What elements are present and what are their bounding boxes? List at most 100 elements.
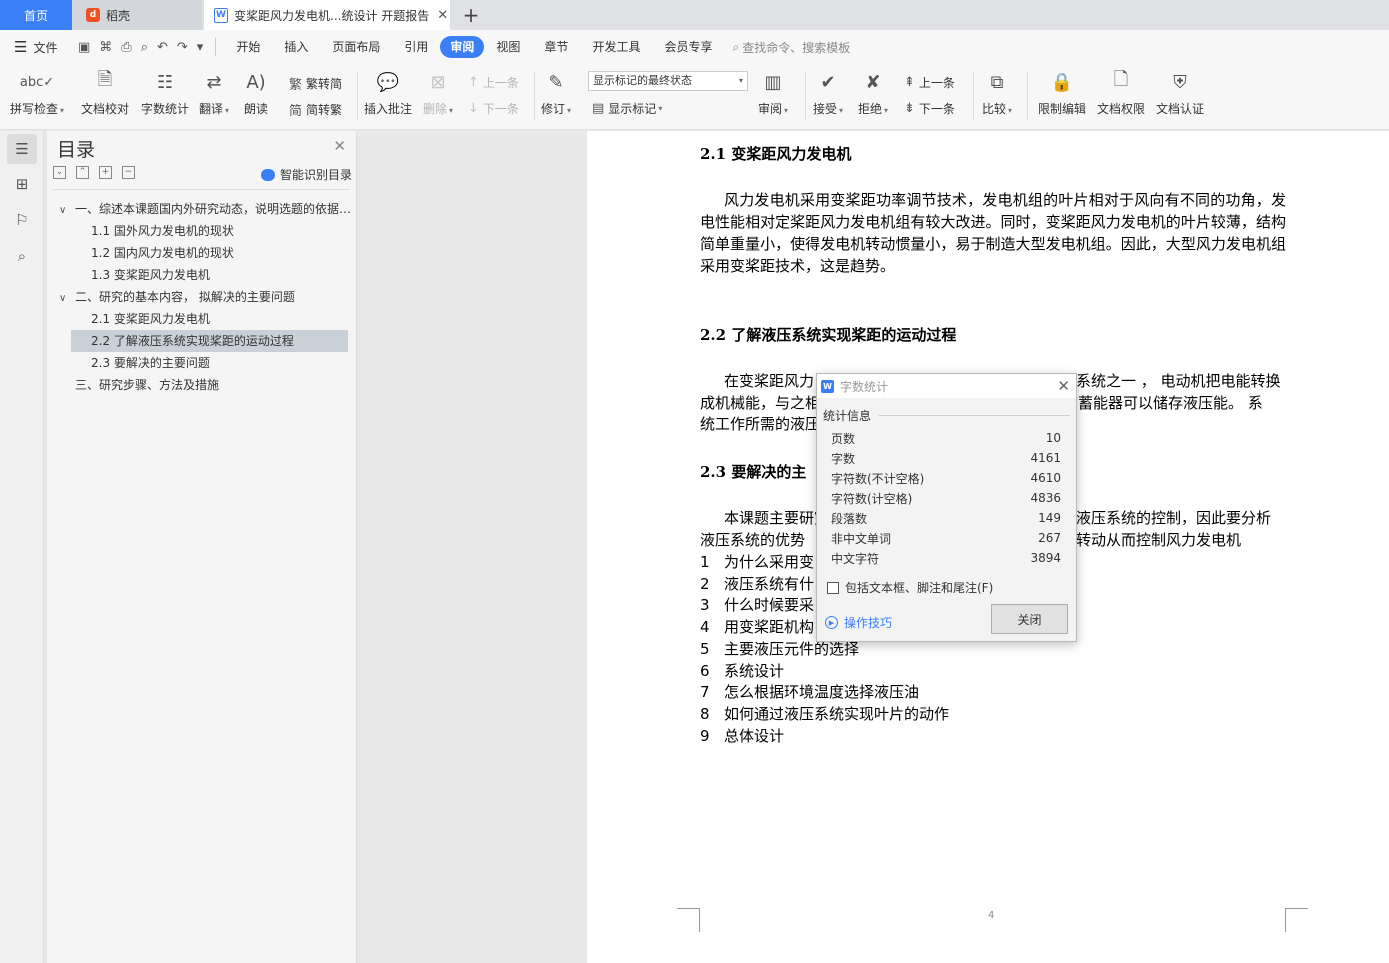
stat-value: 4836 bbox=[1030, 491, 1061, 505]
doc-permission-button[interactable]: 🗋 文档权限 bbox=[1097, 68, 1145, 117]
stat-label: 字符数(不计空格) bbox=[831, 471, 925, 486]
next-change-button[interactable]: ⇟ 下一条 bbox=[904, 100, 955, 117]
new-tab-button[interactable]: + bbox=[458, 0, 484, 30]
list-item: 3 什么时候要采 bbox=[700, 594, 814, 616]
tab-document[interactable]: W 变桨距风力发电机...统设计 开题报告 ✕ bbox=[204, 0, 450, 30]
doc-permission-icon: 🗋 bbox=[1113, 69, 1129, 90]
menu-insert[interactable]: 插入 bbox=[272, 36, 320, 58]
menu-start[interactable]: 开始 bbox=[224, 36, 272, 58]
writer-app-icon: W bbox=[821, 379, 834, 393]
show-markup-button[interactable]: ▤ 显示标记 ▾ bbox=[592, 100, 662, 117]
toc-item[interactable]: 2.3 要解决的主要问题 bbox=[47, 352, 357, 374]
toc-item[interactable]: 1.3 变桨距风力发电机 bbox=[47, 264, 357, 286]
word-count-icon: ☷ bbox=[156, 71, 174, 93]
chevron-down-icon[interactable]: ∨ bbox=[59, 200, 75, 220]
tab-close-icon[interactable]: ✕ bbox=[437, 8, 448, 23]
tab-home-label: 首页 bbox=[23, 8, 48, 23]
expand-all-icon[interactable]: ⌃ bbox=[76, 166, 89, 179]
list-item: 1 为什么采用变 bbox=[700, 551, 814, 573]
menu-references[interactable]: 引用 bbox=[392, 36, 440, 58]
next-comment-button[interactable]: ↓ 下一条 bbox=[468, 100, 519, 117]
doc-auth-button[interactable]: ⛨ 文档认证 bbox=[1156, 68, 1204, 117]
toc-item-selected[interactable]: 2.2 了解液压系统实现桨距的运动过程 bbox=[71, 330, 348, 352]
stat-label: 字符数(计空格) bbox=[831, 491, 913, 506]
reject-label: 拒绝 bbox=[858, 102, 883, 116]
checkbox-icon[interactable] bbox=[827, 581, 839, 594]
spell-check-button[interactable]: abc✓ 拼写检查 ▾ bbox=[10, 68, 64, 117]
menu-member[interactable]: 会员专享 bbox=[652, 36, 724, 58]
prev-comment-button[interactable]: ↑ 上一条 bbox=[468, 74, 519, 91]
prev-change-label: 上一条 bbox=[918, 76, 955, 90]
spell-check-label: 拼写检查 bbox=[10, 102, 59, 116]
print-preview-icon[interactable]: ⌕ bbox=[141, 40, 148, 55]
command-search[interactable]: ⌕ 查找命令、搜索模板 bbox=[732, 39, 850, 56]
spell-check-icon: abc✓ bbox=[19, 74, 55, 90]
insert-comment-icon: 💬 bbox=[376, 71, 400, 93]
show-markup-label: 显示标记 bbox=[608, 102, 657, 116]
simp-to-trad-button[interactable]: 简简转繁 bbox=[289, 100, 342, 119]
trad-to-simp-icon: 繁 bbox=[289, 78, 303, 93]
close-button[interactable]: 关闭 bbox=[991, 604, 1068, 634]
list-number: 3 bbox=[700, 596, 710, 614]
save-icon[interactable]: ▣ bbox=[78, 40, 90, 55]
toc-item[interactable]: 1.2 国内风力发电机的现状 bbox=[47, 242, 357, 264]
accept-label: 接受 bbox=[813, 102, 838, 116]
dialog-title-bar[interactable]: W 字数统计 bbox=[817, 374, 1076, 398]
chapter-nav-icon[interactable]: ⊞ bbox=[7, 169, 37, 199]
toc-item[interactable]: 三、研究步骤、方法及措施 bbox=[47, 374, 357, 396]
tips-link[interactable]: ▶ 操作技巧 bbox=[825, 614, 892, 631]
close-icon[interactable]: ✕ bbox=[333, 137, 346, 155]
read-aloud-button[interactable]: A) 朗读 bbox=[244, 68, 268, 117]
print-icon[interactable]: ⎙ bbox=[121, 40, 131, 55]
reject-button[interactable]: ✘ 拒绝 ▾ bbox=[858, 68, 888, 117]
review-pane-button[interactable]: ▥ 审阅 ▾ bbox=[758, 68, 788, 117]
search-icon[interactable]: ⌕ bbox=[7, 241, 37, 271]
tab-daoke[interactable]: d 稻壳 bbox=[72, 0, 202, 30]
list-text: 液压系统有什 bbox=[724, 575, 815, 593]
include-textbox-checkbox[interactable]: 包括文本框、脚注和尾注(F) bbox=[827, 579, 993, 596]
markup-state-select[interactable]: 显示标记的最终状态 ▾ bbox=[588, 71, 748, 91]
insert-comment-button[interactable]: 💬 插入批注 bbox=[364, 68, 412, 117]
accept-button[interactable]: ✔ 接受 ▾ bbox=[813, 68, 843, 117]
prev-change-button[interactable]: ⇞ 上一条 bbox=[904, 74, 955, 91]
menu-developer[interactable]: 开发工具 bbox=[580, 36, 652, 58]
doc-proof-button[interactable]: 🗎 文档校对 bbox=[81, 68, 129, 117]
menu-page-layout[interactable]: 页面布局 bbox=[320, 36, 392, 58]
menu-review[interactable]: 审阅 bbox=[440, 36, 485, 58]
undo-icon[interactable]: ↶ bbox=[157, 40, 168, 55]
heading-2-2: 2.2 了解液压系统实现桨距的运动过程 bbox=[700, 326, 957, 344]
redo-icon[interactable]: ↷ bbox=[177, 40, 188, 55]
close-icon[interactable]: ✕ bbox=[1057, 377, 1070, 395]
toc-item[interactable]: ∨ 二、研究的基本内容， 拟解决的主要问题 bbox=[47, 286, 357, 308]
remove-heading-icon[interactable]: − bbox=[122, 166, 135, 179]
trad-to-simp-button[interactable]: 繁繁转简 bbox=[289, 74, 342, 93]
menu-view[interactable]: 视图 bbox=[484, 36, 532, 58]
doc-auth-label: 文档认证 bbox=[1156, 102, 1205, 116]
format-painter-icon[interactable]: ⌘ bbox=[99, 40, 112, 55]
compare-button[interactable]: ⧉ 比较 ▾ bbox=[982, 68, 1012, 117]
word-count-dialog: W 字数统计 ✕ 统计信息 页数 10 字数 4161 字符数(不计空格) 4610 … bbox=[816, 373, 1077, 642]
delete-comment-button[interactable]: ⊠ 删除 ▾ bbox=[423, 68, 453, 117]
word-count-button[interactable]: ☷ 字数统计 bbox=[141, 68, 189, 117]
chevron-down-icon[interactable]: ∨ bbox=[59, 288, 75, 308]
stat-label: 页数 bbox=[831, 431, 856, 446]
translate-button[interactable]: ⇄ 翻译 ▾ bbox=[199, 68, 229, 117]
toc-item[interactable]: ∨ 一、综述本课题国内外研究动态，说明选题的依据和意义 bbox=[47, 198, 357, 220]
bookmark-icon[interactable]: ⚐ bbox=[7, 205, 37, 235]
list-text: 如何通过液压系统实现叶片的动作 bbox=[724, 705, 950, 723]
restrict-edit-button[interactable]: 🔒 限制编辑 bbox=[1038, 68, 1086, 117]
track-changes-button[interactable]: ✎ 修订 ▾ bbox=[541, 68, 571, 117]
ribbon-divider bbox=[1027, 72, 1028, 120]
add-heading-icon[interactable]: + bbox=[99, 166, 112, 179]
next-comment-label: 下一条 bbox=[482, 102, 519, 116]
customize-toolbar-icon[interactable]: ▾ bbox=[197, 40, 204, 55]
toc-item[interactable]: 2.1 变桨距风力发电机 bbox=[47, 308, 357, 330]
tab-home[interactable]: 首页 bbox=[0, 0, 72, 30]
toc-toolbar: ⌄ ⌃ + − bbox=[53, 166, 135, 179]
toc-item[interactable]: 1.1 国外风力发电机的现状 bbox=[47, 220, 357, 242]
smart-toc-button[interactable]: 智能识别目录 bbox=[260, 166, 352, 183]
toc-panel-icon[interactable]: ☰ bbox=[7, 134, 37, 164]
file-menu[interactable]: ☰ 文件 bbox=[0, 38, 72, 56]
collapse-all-icon[interactable]: ⌄ bbox=[53, 166, 66, 179]
menu-chapter[interactable]: 章节 bbox=[532, 36, 580, 58]
